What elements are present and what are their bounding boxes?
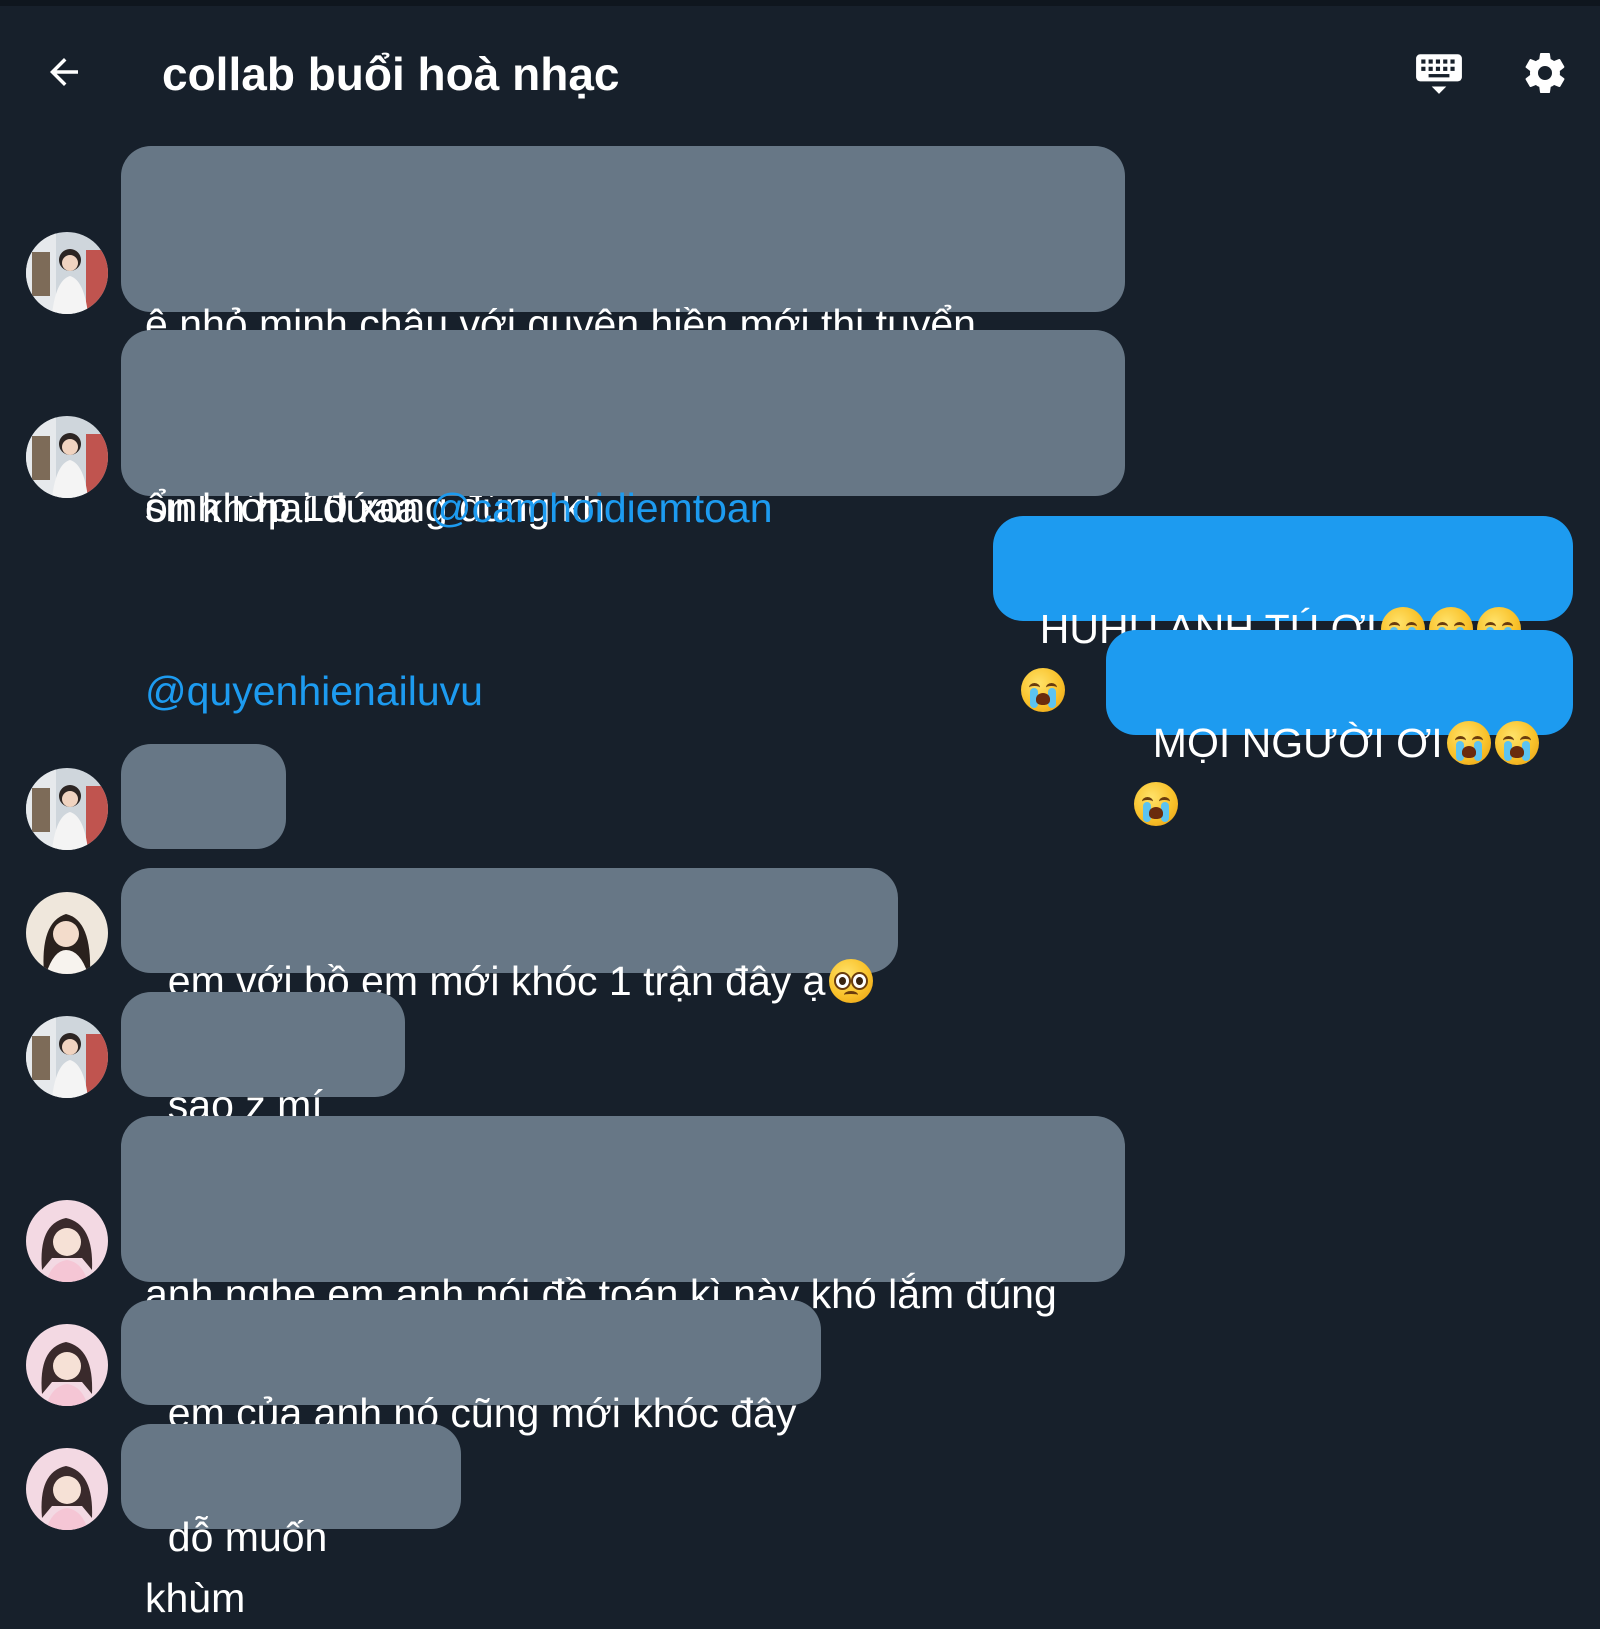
avatar[interactable] bbox=[26, 768, 108, 850]
avatar[interactable] bbox=[26, 1016, 108, 1098]
back-button[interactable] bbox=[38, 46, 90, 98]
message-bubble[interactable]: dỗ muốn khùm bbox=[121, 1424, 461, 1621]
avatar-photo-girl bbox=[26, 892, 108, 974]
avatar-photo-pink bbox=[26, 1324, 108, 1406]
mention-link[interactable]: @quyenhienailuvu bbox=[145, 668, 483, 714]
keyboard-icon bbox=[1416, 54, 1462, 94]
message-bubble[interactable]: saooo bbox=[121, 744, 286, 941]
crying-face-icon bbox=[1446, 721, 1491, 765]
message-bubble[interactable]: ê nhỏ minh châu với quyên hiền mới thi t… bbox=[121, 146, 1125, 530]
conversation-title: collab buổi hoà nhạc bbox=[162, 48, 620, 100]
avatar-photo-boy bbox=[26, 416, 108, 498]
avatar-photo-boy bbox=[26, 232, 108, 314]
avatar[interactable] bbox=[26, 416, 108, 498]
avatar[interactable] bbox=[26, 232, 108, 314]
message-bubble-outgoing[interactable]: HUHU ANH TÚ ƠI bbox=[993, 516, 1573, 712]
settings-button[interactable] bbox=[1518, 46, 1572, 100]
gear-icon bbox=[1525, 53, 1565, 94]
message-bubble-outgoing[interactable]: MỌI NGƯỜI ƠI bbox=[1106, 630, 1573, 826]
avatar-photo-boy bbox=[26, 768, 108, 850]
keyboard-button[interactable] bbox=[1412, 46, 1466, 100]
avatar[interactable] bbox=[26, 1200, 108, 1282]
message-text: MỌI NGƯỜI ƠI bbox=[1152, 720, 1443, 766]
avatar-photo-pink bbox=[26, 1200, 108, 1282]
avatar[interactable] bbox=[26, 1324, 108, 1406]
message-text: dỗ muốn khùm bbox=[145, 1514, 339, 1621]
crying-face-icon bbox=[1494, 721, 1539, 765]
message-text: ổn kh hai đứaa bbox=[145, 485, 431, 531]
message-bubble[interactable]: em với bồ em mới khóc 1 trận đây ạ bbox=[121, 868, 898, 1004]
arrow-left-icon bbox=[50, 58, 78, 86]
crying-face-icon bbox=[1021, 668, 1065, 712]
message-bubble[interactable]: anh nghe em anh nói đề toán kì này khó l… bbox=[121, 1116, 1125, 1500]
chat-header: collab buổi hoà nhạc bbox=[0, 6, 1600, 136]
avatar[interactable] bbox=[26, 892, 108, 974]
mention-link[interactable]: @camhoidiemtoan bbox=[430, 485, 772, 531]
pleading-face-icon bbox=[829, 959, 874, 1003]
avatar[interactable] bbox=[26, 1448, 108, 1530]
message-bubble[interactable]: em của anh nó cũng mới khóc đây bbox=[121, 1300, 821, 1436]
avatar-photo-boy bbox=[26, 1016, 108, 1098]
message-bubble[interactable]: ổn kh hai đứaa @camhoidiemtoan @quyenhie… bbox=[121, 330, 1125, 714]
crying-face-icon bbox=[1134, 782, 1178, 826]
message-bubble[interactable]: sao z mí đứa bbox=[121, 992, 405, 1189]
avatar-photo-pink bbox=[26, 1448, 108, 1530]
